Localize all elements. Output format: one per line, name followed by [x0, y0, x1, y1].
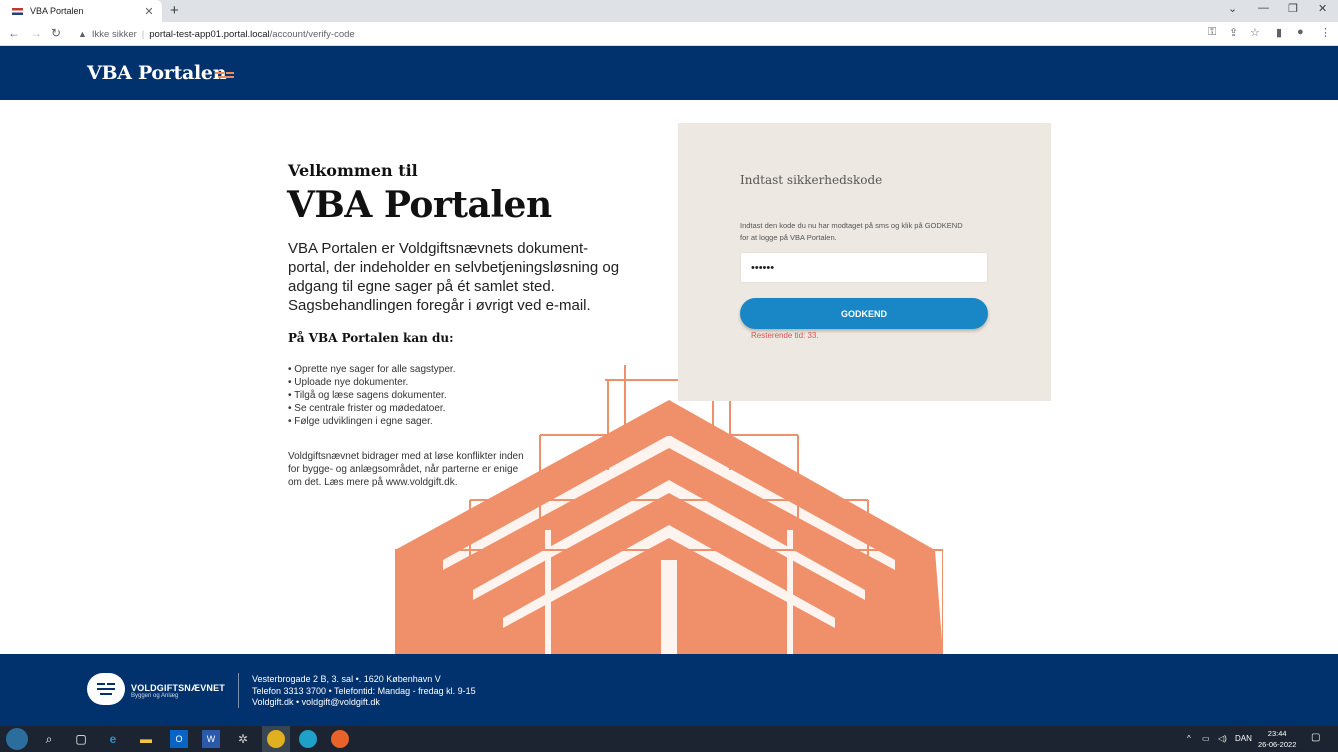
minimize-icon[interactable]: —	[1258, 2, 1269, 14]
menu-icon[interactable]: ⋮	[1320, 26, 1331, 39]
language-indicator[interactable]: DAN	[1235, 734, 1252, 743]
side-panel-icon[interactable]: ▮	[1276, 26, 1282, 39]
list-item: • Se centrale frister og mødedatoer.	[288, 403, 446, 414]
scaffolding-illustration	[395, 365, 943, 654]
about-note: Voldgiftsnævnet bidrager med at løse kon…	[288, 451, 524, 488]
footer-brand-sub: Byggeri og Anlæg	[131, 693, 179, 699]
intro-text: VBA Portalen er Voldgiftsnævnets dokumen…	[288, 240, 620, 314]
back-icon[interactable]: ←	[8, 26, 20, 40]
list-item: • Følge udviklingen i egne sager.	[288, 416, 433, 427]
url-host: portal-test-app01.portal.local	[149, 28, 270, 40]
features-heading: På VBA Portalen kan du:	[288, 331, 454, 345]
tray-chevron-icon[interactable]: ^	[1187, 734, 1191, 743]
features-list: • Oprette nye sager for alle sagstyper. …	[288, 363, 455, 428]
start-icon[interactable]	[6, 728, 28, 750]
list-item: • Uploade nye dokumenter.	[288, 377, 409, 388]
footer-links[interactable]: Voldgift.dk • voldgift@voldgift.dk	[252, 697, 476, 709]
footer-brand: VOLDGIFTSNÆVNET	[131, 683, 226, 693]
address-bar: ← → ↻ ▲ Ikke sikker | portal-test-app01.…	[0, 22, 1338, 46]
notifications-icon[interactable]: ▢	[1311, 732, 1320, 743]
profile-icon[interactable]: ●	[1297, 26, 1304, 38]
ie-icon[interactable]: e	[104, 730, 122, 748]
remaining-time: Resterende tid: 33.	[751, 331, 819, 340]
url-separator: |	[141, 28, 145, 40]
url-field[interactable]: ▲ Ikke sikker | portal-test-app01.portal…	[72, 25, 1202, 43]
security-code-input[interactable]	[740, 252, 988, 283]
clock-time: 23:44	[1267, 729, 1287, 738]
footer-phone: Telefon 3313 3700 • Telefontid: Mandag -…	[252, 685, 476, 696]
new-tab-button[interactable]: +	[170, 2, 179, 19]
bookmark-star-icon[interactable]: ☆	[1250, 26, 1260, 39]
window-close-icon[interactable]: ✕	[1318, 2, 1327, 15]
app-icon[interactable]: ✲	[234, 730, 252, 748]
network-icon[interactable]: ▭	[1202, 734, 1210, 743]
site-logo[interactable]: VBA Portalen	[87, 62, 227, 84]
clock-date: 26-06-2022	[1258, 740, 1297, 749]
list-item: • Oprette nye sager for alle sagstyper.	[288, 364, 456, 375]
security-label[interactable]: Ikke sikker	[92, 29, 137, 40]
footer-divider	[238, 673, 239, 708]
verify-description: Indtast den kode du nu har modtaget på s…	[740, 221, 963, 242]
restore-icon[interactable]: ❐	[1288, 2, 1298, 15]
key-icon[interactable]: ⚿	[1208, 26, 1216, 39]
site-footer: VOLDGIFTSNÆVNET Byggeri og Anlæg Vesterb…	[0, 654, 1338, 726]
footer-contact: Vesterbrogade 2 B, 3. sal •. 1620 Københ…	[252, 674, 476, 709]
footer-address: Vesterbrogade 2 B, 3. sal •. 1620 Københ…	[252, 674, 441, 684]
firefox-icon[interactable]	[331, 730, 349, 748]
browser-tabbar: VBA Portalen ✕ + ⌄ — ❐ ✕	[0, 0, 1338, 22]
page-title: VBA Portalen	[287, 184, 552, 226]
share-icon[interactable]: ⇪	[1229, 26, 1238, 39]
tab-close-icon[interactable]: ✕	[142, 5, 156, 18]
outlook-icon[interactable]: O	[170, 730, 188, 748]
task-view-icon[interactable]: ▢	[72, 730, 90, 748]
verify-title: Indtast sikkerhedskode	[740, 173, 883, 187]
site-header: VBA Portalen	[0, 46, 1338, 100]
welcome-subtitle: Velkommen til	[288, 161, 418, 180]
reload-icon[interactable]: ↻	[51, 26, 61, 40]
list-item: • Tilgå og læse sagens dokumenter.	[288, 390, 447, 401]
clock[interactable]: 23:44 26-06-2022	[1258, 728, 1296, 750]
url-path: /account/verify-code	[269, 28, 355, 40]
browser-tab[interactable]: VBA Portalen ✕	[0, 0, 162, 22]
approve-button[interactable]: GODKEND	[740, 298, 988, 329]
edge-icon[interactable]	[299, 730, 317, 748]
warning-icon[interactable]: ▲	[78, 29, 87, 39]
taskbar: ⌕ ▢ e ▬ O W ✲ ^ ▭ ◁) DAN 23:44 26-06-202…	[0, 726, 1338, 752]
word-icon[interactable]: W	[202, 730, 220, 748]
volume-icon[interactable]: ◁)	[1218, 734, 1227, 743]
tab-search-icon[interactable]: ⌄	[1228, 2, 1237, 15]
file-explorer-icon[interactable]: ▬	[137, 730, 155, 748]
forward-icon[interactable]: →	[30, 26, 42, 40]
verify-code-panel: Indtast sikkerhedskode Indtast den kode …	[678, 123, 1051, 401]
chrome-icon[interactable]	[267, 730, 285, 748]
search-icon[interactable]: ⌕	[40, 730, 58, 748]
favicon-icon	[12, 7, 23, 15]
voldgift-logo-icon	[87, 673, 125, 705]
tab-title: VBA Portalen	[30, 6, 84, 16]
